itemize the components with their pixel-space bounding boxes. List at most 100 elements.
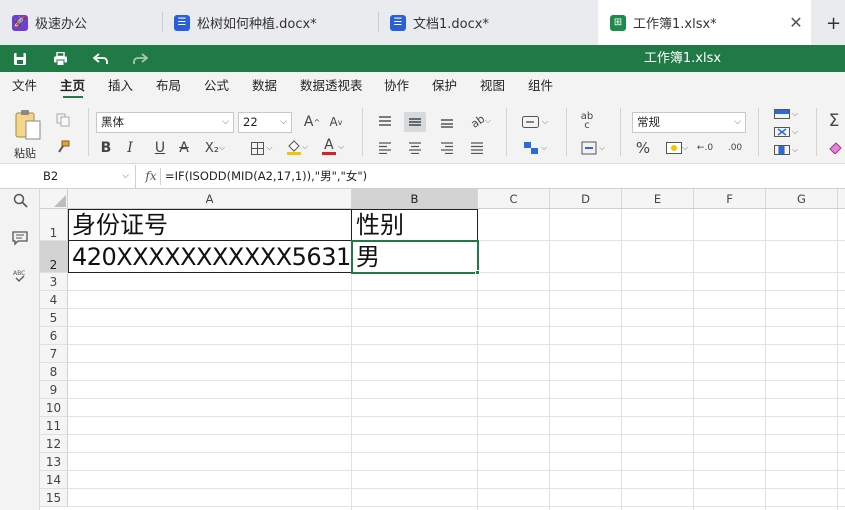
fill-color-icon[interactable]: ⌵: [282, 136, 312, 158]
strikethrough-button[interactable]: A: [176, 138, 192, 158]
align-right-icon[interactable]: [436, 138, 458, 158]
search-icon[interactable]: [8, 189, 32, 211]
menu-home[interactable]: 主页: [60, 72, 85, 100]
save-icon[interactable]: [5, 45, 35, 72]
tab-document-2[interactable]: ☰ 文档1.docx*: [378, 0, 598, 45]
align-middle-icon[interactable]: [404, 112, 426, 132]
undo-icon[interactable]: [85, 45, 115, 72]
row-header-9[interactable]: 9: [40, 381, 68, 399]
align-center-icon[interactable]: [404, 138, 426, 158]
menu-data[interactable]: 数据: [252, 72, 277, 100]
left-sidebar: ABC: [0, 189, 40, 510]
spreadsheet-grid[interactable]: A B C D E F G 1 2 3 4 5 6 7 8 9 10 11 12…: [40, 189, 845, 510]
row-header-3[interactable]: 3: [40, 273, 68, 291]
delete-cells-icon[interactable]: ⌵: [770, 124, 802, 140]
menu-layout[interactable]: 布局: [156, 72, 181, 100]
format-cells-icon[interactable]: ⌵: [770, 142, 802, 158]
tab-home[interactable]: 🚀 极速办公: [0, 0, 162, 45]
autosum-button[interactable]: Σ: [824, 110, 844, 132]
cell-b1[interactable]: 性别: [353, 209, 404, 241]
tab-document-1[interactable]: ☰ 松树如何种植.docx*: [162, 0, 378, 45]
row-header-10[interactable]: 10: [40, 399, 68, 417]
align-left-icon[interactable]: [374, 138, 396, 158]
column-header-d[interactable]: D: [550, 189, 622, 209]
row-header-8[interactable]: 8: [40, 363, 68, 381]
paste-icon[interactable]: [12, 108, 44, 142]
new-tab-plus-icon[interactable]: +: [826, 13, 841, 34]
row-header-1[interactable]: 1: [40, 209, 68, 241]
underline-button[interactable]: U: [152, 138, 168, 158]
column-header-g[interactable]: G: [766, 189, 838, 209]
menu-insert[interactable]: 插入: [108, 72, 133, 100]
ribbon-divider: [620, 108, 621, 156]
rocket-icon: 🚀: [12, 14, 28, 31]
redo-icon[interactable]: [125, 45, 155, 72]
chevron-down-icon: ⌵: [222, 117, 229, 127]
column-header-e[interactable]: E: [622, 189, 694, 209]
align-top-icon[interactable]: [374, 112, 396, 132]
increase-decimal-icon[interactable]: .00: [724, 138, 746, 158]
row-header-4[interactable]: 4: [40, 291, 68, 309]
menu-components[interactable]: 组件: [528, 72, 553, 100]
increase-font-icon[interactable]: A ^: [302, 112, 322, 132]
formula-input[interactable]: =IF(ISODD(MID(A2,17,1)),"男","女"): [165, 165, 367, 188]
column-header-a[interactable]: A: [68, 189, 352, 209]
justify-icon[interactable]: [466, 138, 488, 158]
italic-button[interactable]: I: [122, 138, 138, 158]
grid-line: [68, 488, 845, 489]
decrease-font-icon[interactable]: Av: [326, 112, 346, 132]
row-header-15[interactable]: 15: [40, 489, 68, 507]
cell-a1[interactable]: 身份证号: [69, 209, 168, 241]
menu-view[interactable]: 视图: [480, 72, 505, 100]
print-icon[interactable]: [45, 45, 75, 72]
merge-cells-icon[interactable]: ⌵: [518, 138, 552, 158]
menu-collaborate[interactable]: 协作: [384, 72, 409, 100]
name-box[interactable]: B2 ⌵: [40, 165, 136, 188]
align-bottom-icon[interactable]: [436, 112, 458, 132]
accounting-format-icon[interactable]: ⌵: [664, 138, 690, 158]
menu-formula[interactable]: 公式: [204, 72, 229, 100]
title-bar: 工作簿1.xlsx: [0, 45, 845, 72]
bold-button[interactable]: B: [98, 138, 114, 158]
function-fx-icon[interactable]: fx: [142, 165, 160, 188]
spellcheck-icon[interactable]: ABC: [8, 265, 32, 287]
clear-format-icon[interactable]: ⌵: [576, 138, 610, 158]
spell-check-icon[interactable]: ab c: [576, 110, 598, 132]
decrease-decimal-icon[interactable]: ←.0: [694, 138, 716, 158]
subscript-button[interactable]: X₂ ⌵: [202, 138, 228, 158]
fill-handle[interactable]: [475, 270, 480, 275]
menu-file[interactable]: 文件: [12, 72, 37, 100]
font-color-icon[interactable]: A ⌵: [318, 136, 348, 158]
grid-line: [68, 434, 845, 435]
row-header-12[interactable]: 12: [40, 435, 68, 453]
insert-cells-icon[interactable]: ⌵: [770, 106, 802, 122]
row-header-5[interactable]: 5: [40, 309, 68, 327]
menu-pivot-table[interactable]: 数据透视表: [300, 72, 363, 100]
format-painter-icon[interactable]: [54, 138, 72, 156]
close-icon[interactable]: ✕: [781, 0, 811, 45]
font-name-select[interactable]: 黑体 ⌵: [96, 112, 234, 133]
cell-a2[interactable]: 420XXXXXXXXXXX5631: [69, 241, 351, 273]
copy-icon[interactable]: [54, 111, 72, 129]
row-header-7[interactable]: 7: [40, 345, 68, 363]
row-header-2[interactable]: 2: [40, 241, 68, 273]
wrap-text-icon[interactable]: ⌵: [518, 112, 552, 132]
column-header-b[interactable]: B: [352, 189, 478, 209]
row-header-6[interactable]: 6: [40, 327, 68, 345]
select-all-corner[interactable]: [40, 189, 68, 209]
text-orientation-icon[interactable]: ab ⌵: [466, 110, 496, 132]
font-size-select[interactable]: 22 ⌵: [238, 112, 292, 133]
column-header-f[interactable]: F: [694, 189, 766, 209]
column-header-c[interactable]: C: [478, 189, 550, 209]
menu-protect[interactable]: 保护: [432, 72, 457, 100]
comment-icon[interactable]: [8, 227, 32, 249]
eraser-icon[interactable]: [826, 138, 844, 158]
row-header-14[interactable]: 14: [40, 471, 68, 489]
row-header-11[interactable]: 11: [40, 417, 68, 435]
number-format-select[interactable]: 常规 ⌵: [632, 112, 746, 133]
percent-button[interactable]: %: [632, 138, 654, 158]
tab-workbook[interactable]: ⊞ 工作簿1.xlsx* ✕: [598, 0, 811, 45]
borders-icon[interactable]: ⌵: [248, 138, 276, 158]
formula-bar: B2 ⌵ fx =IF(ISODD(MID(A2,17,1)),"男","女"): [0, 165, 845, 189]
row-header-13[interactable]: 13: [40, 453, 68, 471]
